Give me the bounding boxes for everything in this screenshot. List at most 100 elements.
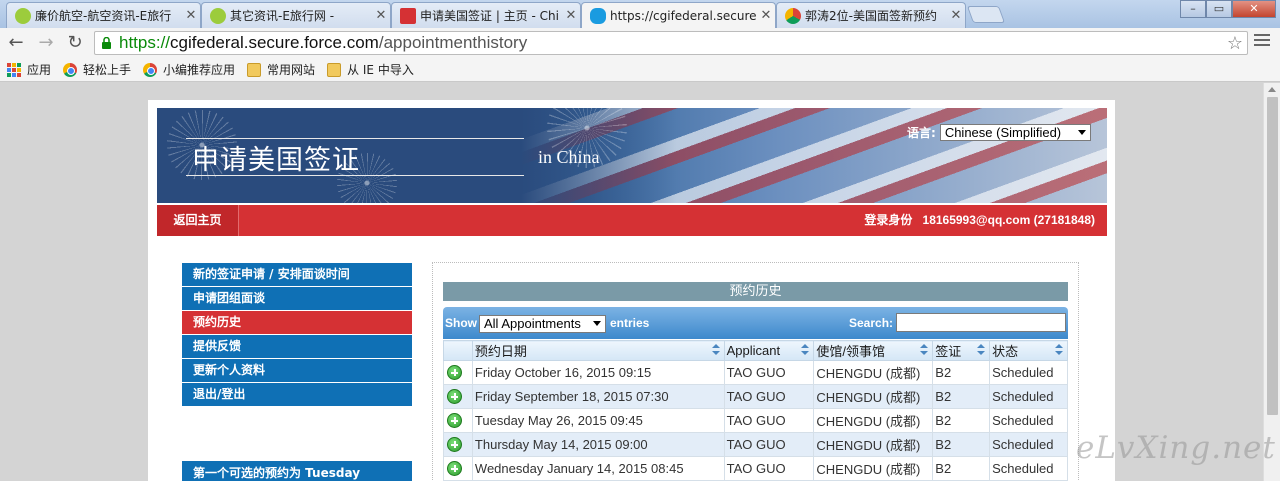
address-bar[interactable]: https://cgifederal.secure.force.com/appo… [94,31,1248,55]
tab-strip: 廉价航空-航空资讯-E旅行 ✕ 其它资讯-E旅行网 - ✕ 申请美国签证 | 主… [0,0,1280,28]
cell-visa: B2 [932,384,991,409]
bookmark-apps[interactable]: 应用 [7,61,51,78]
home-link[interactable]: 返回主页 [157,205,239,236]
cell-applicant: TAO GUO [723,384,815,409]
search-label: Search: [849,316,894,330]
chrome-icon [63,62,78,77]
cell-post: CHENGDU (成都) [813,384,934,409]
maximize-button[interactable]: ▭ [1206,0,1232,18]
expand-plus-icon[interactable] [447,365,462,380]
close-tab-icon[interactable]: ✕ [372,8,390,23]
apps-icon [7,62,21,77]
reload-icon[interactable]: ↻ [63,32,87,54]
folder-icon [327,62,342,77]
url-text: https://cgifederal.secure.force.com/appo… [119,33,528,52]
bookmark-label: 轻松上手 [83,63,132,77]
browser-tab-active[interactable]: https://cgifederal.secure ✕ [581,2,776,28]
bookmark-recommended-apps[interactable]: 小编推荐应用 [143,61,235,78]
header-banner: 申请美国签证 in China 语言: Chinese (Simplified) [157,108,1107,203]
sidebar-item-group-interview[interactable]: 申请团组面谈 [182,287,412,310]
vertical-scrollbar[interactable] [1263,83,1280,481]
column-header-expand [443,340,473,361]
chrome-icon [785,7,801,24]
sidebar-item-update-profile[interactable]: 更新个人资料 [182,359,412,382]
browser-tab[interactable]: 其它资讯-E旅行网 - ✕ [201,2,391,28]
expand-plus-icon[interactable] [447,389,462,404]
site-subtitle: in China [538,147,600,167]
bookmark-star-icon[interactable]: ☆ [1227,33,1243,54]
cell-visa: B2 [932,408,991,433]
tab-title: https://cgifederal.secure [610,8,757,23]
bookmarks-bar: 应用 轻松上手 小编推荐应用 常用网站 从 IE 中导入 [0,58,1280,82]
sidebar-item-logout[interactable]: 退出/登出 [182,383,412,406]
cell-post: CHENGDU (成都) [813,360,934,385]
bookmark-label: 常用网站 [267,63,316,77]
scrollbar-thumb[interactable] [1267,97,1278,415]
new-tab-button[interactable] [966,6,1006,23]
chrome-menu-icon[interactable] [1254,34,1270,50]
appointment-history-panel: 预约历史 Show All Appointments entries Searc… [432,262,1079,481]
browser-tab[interactable]: 廉价航空-航空资讯-E旅行 ✕ [6,2,201,28]
sidebar-item-new-application[interactable]: 新的签证申请 / 安排面谈时间 [182,263,412,286]
cell-status: Scheduled [989,456,1068,481]
side-navigation: 新的签证申请 / 安排面谈时间 申请团组面谈 预约历史 提供反馈 更新个人资料 … [182,263,412,407]
bookmark-folder-common[interactable]: 常用网站 [247,61,315,78]
page-viewport: 申请美国签证 in China 语言: Chinese (Simplified)… [0,83,1263,481]
cell-applicant: TAO GUO [723,408,815,433]
chevron-down-icon [1077,130,1086,135]
table-row: Wednesday January 14, 2015 08:45 TAO GUO… [443,456,1068,481]
salesforce-cloud-icon [590,7,606,24]
cell-status: Scheduled [989,384,1068,409]
column-header-visa[interactable]: 签证 [932,340,991,361]
bookmark-label: 从 IE 中导入 [347,63,414,77]
close-window-button[interactable]: ✕ [1232,0,1276,18]
expand-plus-icon[interactable] [447,437,462,452]
close-tab-icon[interactable]: ✕ [757,8,775,23]
folder-icon [247,62,262,77]
cell-applicant: TAO GUO [723,432,815,457]
scroll-up-arrow-icon[interactable] [1268,87,1276,92]
browser-tab[interactable]: 申请美国签证 | 主页 - Chi ✕ [391,2,581,28]
table-toolbar: Show All Appointments entries Search: [443,307,1068,339]
column-header-applicant[interactable]: Applicant [723,340,815,361]
expand-plus-icon[interactable] [447,461,462,476]
forward-arrow-icon[interactable]: → [34,32,58,54]
search-input[interactable] [896,313,1066,332]
top-nav-bar: 返回主页 登录身份 18165993@qq.com (27181848) [157,205,1107,236]
browser-tab[interactable]: 郭涛2位-美国面签新预约 ✕ [776,2,966,28]
cell-date: Tuesday May 26, 2015 09:45 [471,408,725,433]
tab-title: 申请美国签证 | 主页 - Chi [420,9,559,23]
back-arrow-icon[interactable]: ← [4,32,28,54]
section-title: 预约历史 [443,282,1068,301]
close-tab-icon[interactable]: ✕ [562,8,580,23]
column-header-post[interactable]: 使馆/领事馆 [813,340,934,361]
tab-title: 郭涛2位-美国面签新预约 [805,9,937,23]
language-select[interactable]: Chinese (Simplified) [939,124,1091,141]
login-info: 登录身份 18165993@qq.com (27181848) [864,205,1095,236]
column-header-date[interactable]: 预约日期 [471,340,725,361]
expand-plus-icon[interactable] [447,413,462,428]
cell-status: Scheduled [989,408,1068,433]
bookmark-getting-started[interactable]: 轻松上手 [63,61,131,78]
close-tab-icon[interactable]: ✕ [182,8,200,23]
entries-label: entries [610,316,650,330]
sort-icon [711,344,720,356]
cell-post: CHENGDU (成都) [813,456,934,481]
column-header-status[interactable]: 状态 [989,340,1068,361]
bookmark-label: 小编推荐应用 [163,63,236,77]
sort-icon [977,344,986,356]
cell-date: Thursday May 14, 2015 09:00 [471,432,725,457]
entries-select[interactable]: All Appointments [479,315,606,333]
language-label: 语言: [907,126,936,140]
sidebar-item-feedback[interactable]: 提供反馈 [182,335,412,358]
sidebar-item-appointment-history[interactable]: 预约历史 [182,311,412,334]
site-favicon-icon [15,7,31,24]
tab-title: 其它资讯-E旅行网 - [230,9,335,23]
show-label: Show [445,316,477,330]
table-row: Tuesday May 26, 2015 09:45 TAO GUO CHENG… [443,408,1068,433]
bookmark-label: 应用 [27,63,52,77]
bookmark-folder-ie-import[interactable]: 从 IE 中导入 [327,61,414,78]
minimize-button[interactable]: – [1180,0,1206,18]
cell-visa: B2 [932,456,991,481]
close-tab-icon[interactable]: ✕ [947,8,965,23]
